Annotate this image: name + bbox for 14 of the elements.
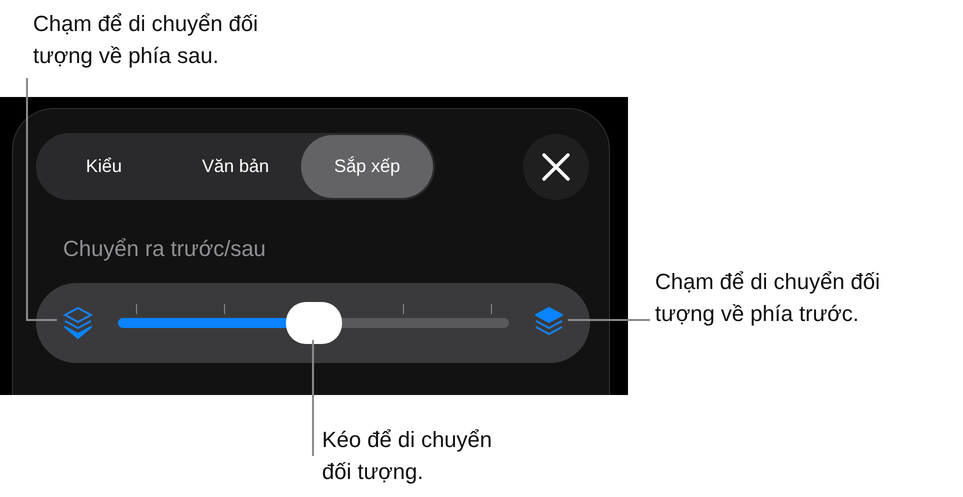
- tab[interactable]: Văn bản: [170, 135, 302, 198]
- callout-text: Kéo để di chuyển đối tượng.: [322, 426, 492, 486]
- tick-mark: [491, 304, 492, 314]
- close-icon: [541, 152, 571, 182]
- tab[interactable]: Kiểu: [38, 135, 170, 198]
- send-backward-icon[interactable]: [63, 306, 93, 340]
- section-title: Chuyển ra trước/sau: [63, 236, 267, 263]
- slider-thumb[interactable]: [286, 302, 342, 344]
- tick-mark: [136, 304, 137, 314]
- callout-text: Chạm để di chuyển đối tượng về phía sau.: [33, 10, 258, 70]
- callout-text: Chạm để di chuyển đối tượng về phía trước.: [655, 268, 880, 328]
- tab[interactable]: Sắp xếp: [301, 135, 434, 198]
- tick-mark: [402, 304, 404, 314]
- tick-mark: [224, 304, 226, 314]
